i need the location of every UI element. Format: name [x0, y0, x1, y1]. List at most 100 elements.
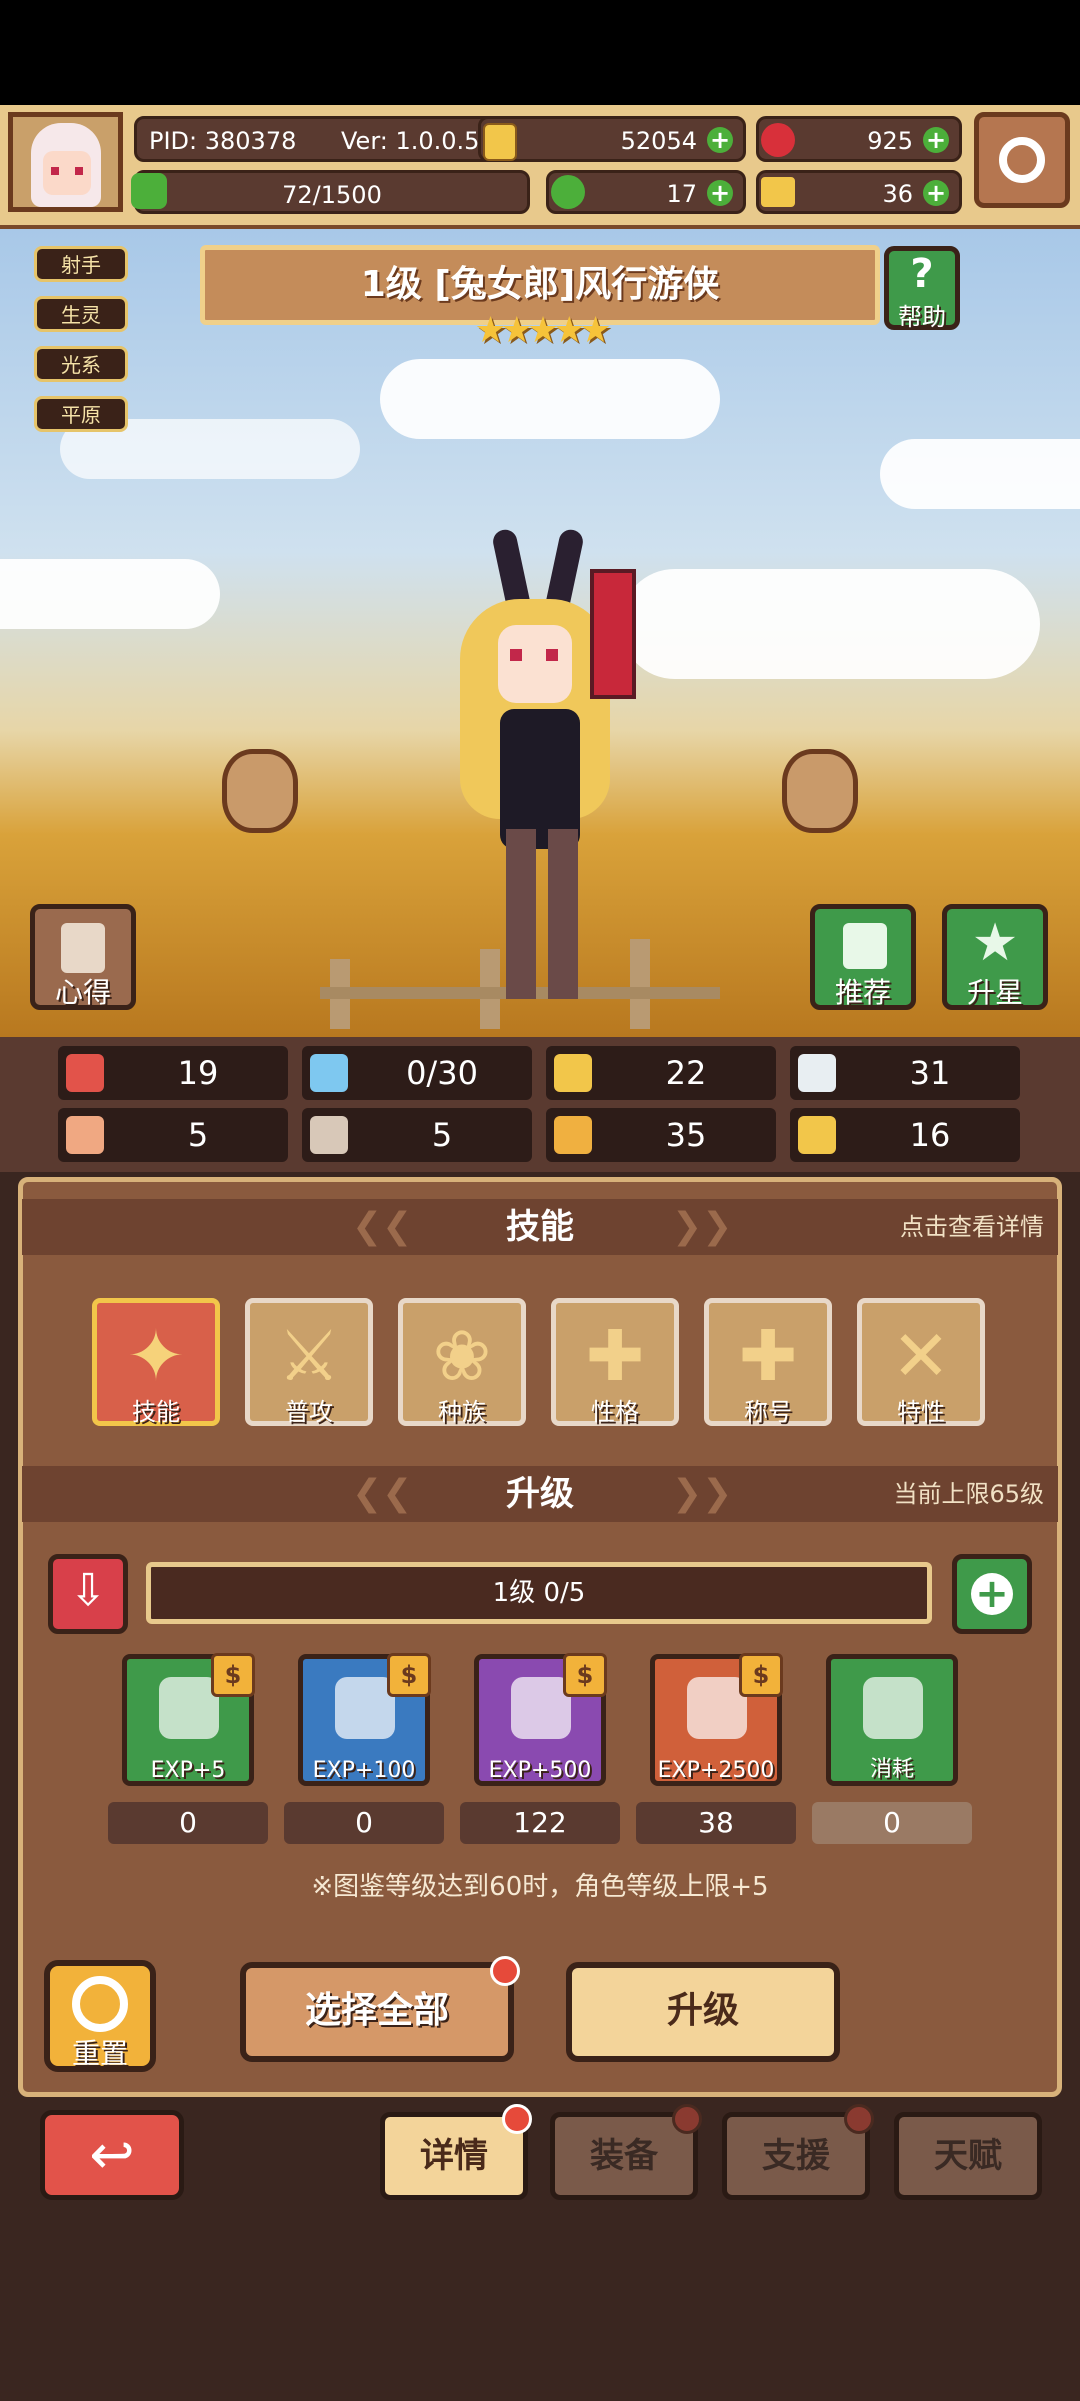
stat-cell: 22: [546, 1046, 776, 1100]
select-all-button[interactable]: 选择全部: [240, 1962, 514, 2062]
exp-item-2[interactable]: EXP+100 $: [298, 1653, 431, 1786]
insight-button[interactable]: 心得: [30, 904, 136, 1010]
ticket-icon: [761, 177, 795, 207]
clover-box: 17 +: [546, 170, 746, 214]
magnet-icon: [798, 1116, 836, 1154]
avatar-eye: [51, 167, 59, 175]
clover-amount: 17: [666, 180, 697, 208]
tag-element: 光系: [34, 346, 128, 382]
exp-item-count: 122: [460, 1802, 620, 1844]
level-progress-bar: 1级 0/5: [146, 1562, 932, 1624]
help-button[interactable]: ? 帮助: [884, 246, 960, 331]
skill-label: 称号: [744, 1398, 792, 1426]
exp-item-4[interactable]: EXP+2500 $: [650, 1653, 783, 1786]
gear-icon: [999, 137, 1045, 183]
cross-icon: ✚: [738, 1315, 798, 1397]
skill-scroll-icon: ✦: [126, 1315, 186, 1397]
berry-icon: [511, 1677, 571, 1739]
skill-label: 性格: [591, 1398, 639, 1426]
star-rating: ★★★★★: [474, 310, 611, 351]
star-icon: ★: [971, 913, 1019, 973]
gem-amount: 925: [867, 127, 913, 155]
tag-terrain: 平原: [34, 396, 128, 432]
skill-label: 技能: [132, 1398, 180, 1426]
rabbit-icon: ❀: [432, 1315, 492, 1397]
coin-badge-icon: $: [387, 1653, 431, 1697]
sword-icon: ⚔: [277, 1315, 341, 1397]
skills-hint: 点击查看详情: [900, 1213, 1044, 1241]
skills-section-header[interactable]: ❮❮ 技能 ❯❯ 点击查看详情: [22, 1199, 1058, 1255]
recommend-button[interactable]: 推荐: [810, 904, 916, 1010]
exp-item-count: 0: [812, 1802, 972, 1844]
back-button[interactable]: ↩: [40, 2110, 184, 2200]
insight-label: 心得: [54, 976, 111, 1009]
thumbs-up-icon: [843, 923, 887, 969]
add-gold-button[interactable]: +: [707, 127, 733, 153]
level-up-plus-button[interactable]: +: [952, 1554, 1032, 1634]
tab-4[interactable]: 天赋: [894, 2112, 1042, 2200]
star-up-button[interactable]: ★ 升星: [942, 904, 1048, 1010]
stat-cell: 35: [546, 1108, 776, 1162]
stat-cell: 31: [790, 1046, 1020, 1100]
upgrade-section-header: ❮❮ 升级 ❯❯ 当前上限65级: [22, 1466, 1058, 1522]
add-gem-button[interactable]: +: [923, 127, 949, 153]
coin-badge-icon: $: [739, 1653, 783, 1697]
question-icon: ?: [910, 251, 934, 297]
avatar-eye: [75, 167, 83, 175]
ticket-amount: 36: [882, 180, 913, 208]
notification-dot: [502, 2104, 532, 2134]
gold-amount: 52054: [620, 127, 697, 155]
skill-3-button[interactable]: ❀ 种族: [398, 1298, 526, 1426]
down-arrow-icon: ⇩: [69, 1565, 107, 1616]
notification-dot: [672, 2104, 702, 2134]
stat-value: 5: [431, 1116, 453, 1154]
settings-button[interactable]: [974, 112, 1070, 208]
cloud: [380, 359, 720, 439]
add-ticket-button[interactable]: +: [923, 180, 949, 206]
gem-box: 925 +: [756, 116, 962, 162]
help-label: 帮助: [898, 303, 946, 331]
notebook-icon: [61, 923, 105, 973]
exp-item-label: EXP+2500: [657, 1758, 775, 1783]
prev-character-button[interactable]: [222, 749, 298, 833]
skill-4-button[interactable]: ✚ 性格: [551, 1298, 679, 1426]
progress-text: 1级 0/5: [492, 1578, 586, 1608]
exp-item-label: EXP+5: [150, 1758, 226, 1783]
stat-value: 0/30: [406, 1054, 478, 1092]
exp-item-3[interactable]: EXP+500 $: [474, 1653, 607, 1786]
return-arrow-icon: ↩: [89, 2123, 135, 2186]
notification-dot: [844, 2104, 874, 2134]
skill-2-button[interactable]: ⚔ 普攻: [245, 1298, 373, 1426]
reset-label: 重置: [71, 2037, 128, 2070]
skill-5-button[interactable]: ✚ 称号: [704, 1298, 832, 1426]
heart-icon: [66, 1054, 104, 1092]
exp-item-5[interactable]: 消耗: [826, 1654, 958, 1786]
potion-icon: [335, 1677, 395, 1739]
reset-icon: [72, 1976, 128, 2032]
stat-cell: 19: [58, 1046, 288, 1100]
next-character-button[interactable]: [782, 749, 858, 833]
bunny-girl-character: [440, 527, 660, 999]
shield-icon: [554, 1054, 592, 1092]
skill-1-button[interactable]: ✦ 技能: [92, 1298, 220, 1426]
status-bar: [0, 0, 1080, 105]
level-down-button[interactable]: ⇩: [48, 1554, 128, 1634]
mana-drop-icon: [310, 1054, 348, 1092]
player-avatar[interactable]: [8, 112, 123, 212]
crystal-icon: [159, 1677, 219, 1739]
cross-icon: ✚: [585, 1315, 645, 1397]
add-clover-button[interactable]: +: [707, 180, 733, 206]
version-label: Ver: 1.0.0.5: [341, 127, 480, 155]
skill-label: 特性: [897, 1398, 945, 1426]
stat-cell: 5: [58, 1108, 288, 1162]
coin-badge-icon: $: [211, 1653, 255, 1697]
stat-value: 5: [187, 1116, 209, 1154]
reset-button[interactable]: 重置: [44, 1960, 156, 2072]
exp-item-1[interactable]: EXP+5 $: [122, 1653, 255, 1786]
coin-icon: [863, 1677, 923, 1739]
skill-6-button[interactable]: ✕ 特性: [857, 1298, 985, 1426]
star-up-label: 升星: [966, 976, 1023, 1009]
exp-item-label: EXP+100: [312, 1758, 416, 1783]
coin-badge-icon: $: [563, 1653, 607, 1697]
upgrade-button[interactable]: 升级: [566, 1962, 840, 2062]
